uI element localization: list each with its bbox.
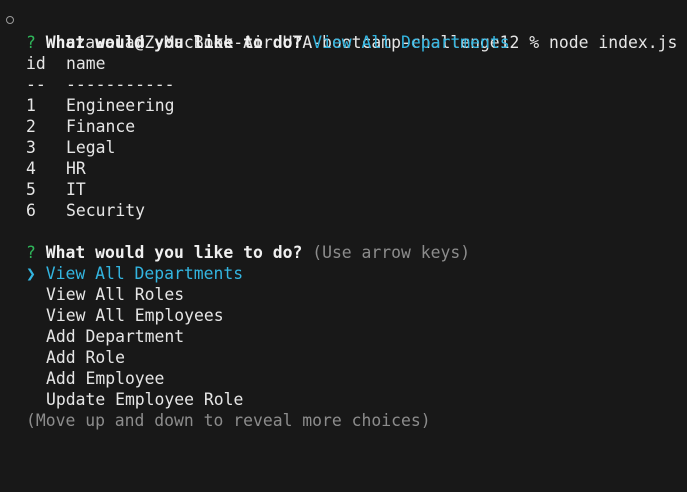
table-separator-name: ----------- — [66, 75, 175, 94]
question-line-1: ? What would you like to do? View All De… — [0, 32, 687, 53]
question-text: What would you like to do? — [45, 243, 303, 262]
table-cell-name: Finance — [66, 117, 136, 136]
table-cell-id: 2 — [26, 117, 36, 136]
table-separator: -- ----------- — [0, 74, 687, 95]
command-line: czavala@Z-MacBook-Air UTA-bootcamp-chall… — [0, 11, 687, 52]
table-row: 3 Legal — [0, 137, 687, 158]
table-row: 4 HR — [0, 158, 687, 179]
table-cell-id: 3 — [26, 138, 36, 157]
table-header-name: name — [66, 54, 106, 73]
menu-option[interactable]: Add Role — [0, 347, 687, 368]
table-cell-id: 1 — [26, 96, 36, 115]
table-row: 1 Engineering — [0, 95, 687, 116]
question-line-2: ? What would you like to do? (Use arrow … — [0, 242, 687, 263]
table-row: 2 Finance — [0, 116, 687, 137]
menu-option-label: View All Departments — [45, 264, 244, 283]
table-cell-name: HR — [66, 159, 86, 178]
question-hint: (Use arrow keys) — [312, 243, 471, 262]
menu-option[interactable]: Add Department — [0, 326, 687, 347]
question-mark-icon: ? — [26, 33, 36, 52]
menu-option[interactable]: Update Employee Role — [0, 389, 687, 410]
table-cell-name: IT — [66, 180, 86, 199]
menu-option[interactable]: View All Employees — [0, 305, 687, 326]
menu-option[interactable]: View All Roles — [0, 284, 687, 305]
table-cell-name: Engineering — [66, 96, 175, 115]
table-row: 6 Security — [0, 200, 687, 221]
pointer-icon: ❯ — [26, 264, 36, 283]
table-cell-id: 6 — [26, 201, 36, 220]
question-text: What would you like to do? — [45, 33, 303, 52]
question-answer: View All Departments — [312, 33, 510, 52]
table-header-id: id — [26, 54, 46, 73]
table-cell-name: Legal — [66, 138, 116, 157]
table-cell-id: 5 — [26, 180, 36, 199]
table-row: 5 IT — [0, 179, 687, 200]
table-cell-name: Security — [66, 201, 145, 220]
menu-option[interactable]: Add Employee — [0, 368, 687, 389]
question-mark-icon: ? — [26, 243, 36, 262]
table-cell-id: 4 — [26, 159, 36, 178]
table-header: id name — [0, 53, 687, 74]
table-separator-id: -- — [26, 75, 46, 94]
menu-option-selected[interactable]: ❯ View All Departments — [0, 263, 687, 284]
terminal-output: czavala@Z-MacBook-Air UTA-bootcamp-chall… — [0, 11, 687, 431]
menu-footer-hint: (Move up and down to reveal more choices… — [26, 411, 431, 430]
circle-status-icon — [6, 16, 14, 24]
